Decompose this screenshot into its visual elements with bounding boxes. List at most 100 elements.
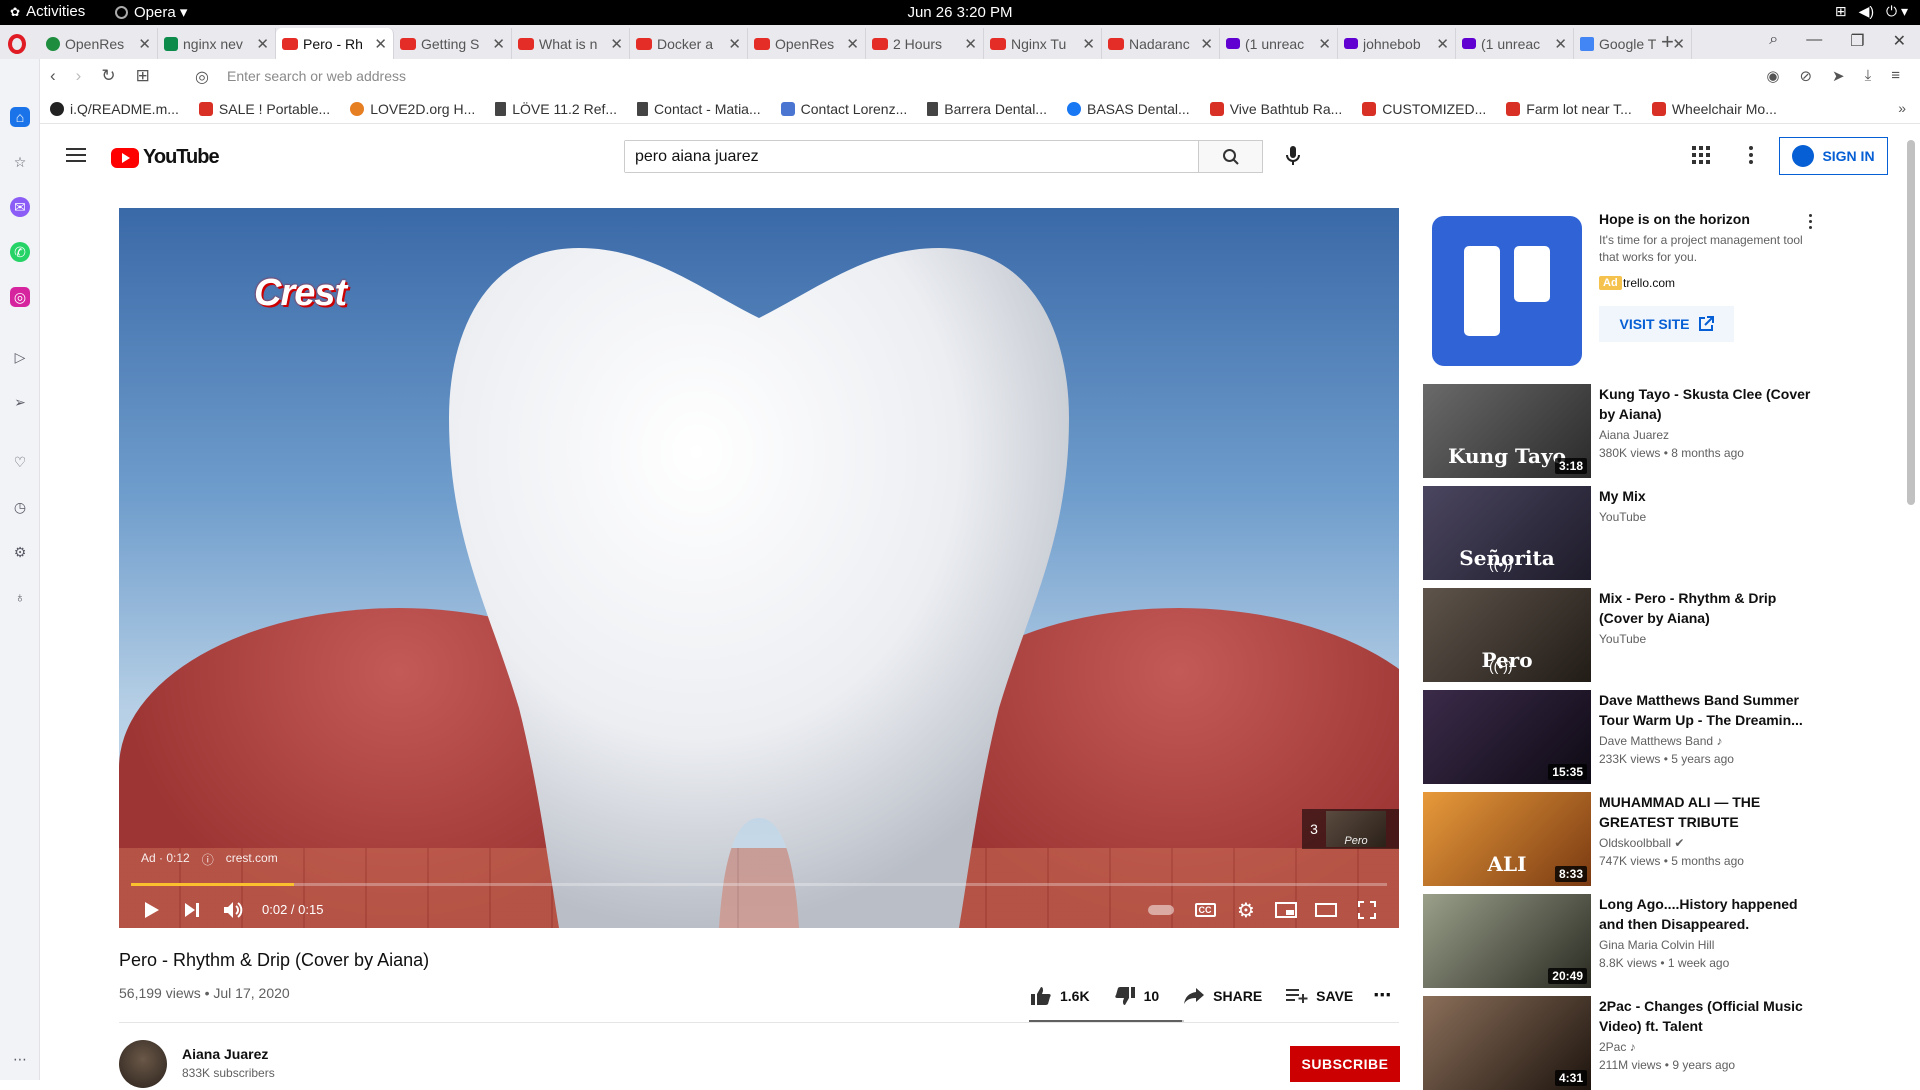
recommendation-title[interactable]: MUHAMMAD ALI — THE GREATEST TRIBUTE <box>1599 792 1814 832</box>
recommendation-channel[interactable]: Dave Matthews Band ♪ <box>1599 734 1722 748</box>
voice-search-icon[interactable] <box>1281 144 1305 168</box>
recommendation-item[interactable]: Kung Tayo 3:18 Kung Tayo - Skusta Clee (Co… <box>1423 384 1823 478</box>
recommendation-title[interactable]: My Mix <box>1599 486 1814 506</box>
share-button[interactable]: SHARE <box>1183 987 1262 1005</box>
channel-avatar[interactable] <box>119 1040 167 1088</box>
settings-menu-icon[interactable] <box>1749 146 1753 164</box>
app-menu[interactable]: Opera ▾ <box>115 3 187 21</box>
back-icon[interactable]: ‹ <box>50 66 56 86</box>
close-tab-icon[interactable]: ✕ <box>1200 35 1213 53</box>
recommendation-channel[interactable]: Oldskoolbball ✔ <box>1599 836 1684 850</box>
tab-13[interactable]: Google T ✕ <box>1574 28 1692 59</box>
dislike-button[interactable]: 10 <box>1114 986 1159 1006</box>
close-tab-icon[interactable]: ✕ <box>964 35 977 53</box>
recommendation-channel[interactable]: YouTube <box>1599 632 1646 646</box>
save-button[interactable]: SAVE <box>1286 988 1353 1004</box>
player-icon[interactable]: ▷ <box>10 347 30 367</box>
progress-bar[interactable] <box>131 883 1387 886</box>
close-tab-icon[interactable]: ✕ <box>374 35 387 53</box>
next-video-preview[interactable]: 3 Pero <box>1302 809 1399 849</box>
download-icon[interactable]: ⤓ <box>1865 67 1872 85</box>
close-tab-icon[interactable]: ✕ <box>1554 35 1567 53</box>
easy-setup-icon[interactable]: ≡ <box>1891 67 1900 85</box>
settings-button[interactable]: ⚙ <box>1234 898 1258 922</box>
youtube-logo[interactable]: YouTube <box>111 146 220 169</box>
new-tab-button[interactable]: + <box>1661 29 1674 55</box>
bookmark-item[interactable]: Barrera Dental... <box>917 101 1057 117</box>
fullscreen-button[interactable] <box>1355 898 1379 922</box>
recommendation-item[interactable]: 15:35 Dave Matthews Band Summer Tour Warm… <box>1423 690 1823 784</box>
bookmark-item[interactable]: Contact Lorenz... <box>771 101 918 117</box>
recommendation-title[interactable]: Kung Tayo - Skusta Clee (Cover by Aiana) <box>1599 384 1814 424</box>
ad-info-icon[interactable]: ⓘ <box>202 851 214 868</box>
bookmark-item[interactable]: Farm lot near T... <box>1496 101 1642 117</box>
recommendation-title[interactable]: Dave Matthews Band Summer Tour Warm Up -… <box>1599 690 1814 730</box>
channel-name[interactable]: Aiana Juarez <box>182 1046 268 1062</box>
adblock-icon[interactable]: ⊘ <box>1799 67 1812 85</box>
close-tab-icon[interactable]: ✕ <box>610 35 623 53</box>
recommendation-channel[interactable]: Gina Maria Colvin Hill <box>1599 938 1714 952</box>
ad-domain-link[interactable]: crest.com <box>226 851 278 868</box>
subscribe-button[interactable]: SUBSCRIBE <box>1290 1046 1400 1082</box>
recommendation-channel[interactable]: 2Pac ♪ <box>1599 1040 1636 1054</box>
whatsapp-icon[interactable]: ✆ <box>10 242 30 262</box>
apps-grid-icon[interactable] <box>1692 146 1710 164</box>
tab-0[interactable]: OpenRes ✕ <box>40 28 158 59</box>
promoted-ad[interactable]: Hope is on the horizon It's time for a p… <box>1423 208 1823 373</box>
minimize-icon[interactable]: — <box>1806 31 1822 51</box>
url-field[interactable]: Enter search or web address <box>227 68 406 84</box>
reload-icon[interactable]: ↻ <box>101 66 115 86</box>
bookmark-item[interactable]: Wheelchair Mo... <box>1642 101 1787 117</box>
tab-11[interactable]: johnebob ✕ <box>1338 28 1456 59</box>
recommendation-item[interactable]: 20:49 Long Ago....History happened and th… <box>1423 894 1823 988</box>
settings-icon[interactable]: ⚙ <box>10 542 30 562</box>
page-scrollbar[interactable] <box>1907 140 1915 505</box>
close-tab-icon[interactable]: ✕ <box>1082 35 1095 53</box>
heart-icon[interactable]: ♡ <box>10 452 30 472</box>
home-icon[interactable]: ⌂ <box>10 107 30 127</box>
recommendation-title[interactable]: 2Pac - Changes (Official Music Video) ft… <box>1599 996 1814 1036</box>
tab-5[interactable]: Docker a ✕ <box>630 28 748 59</box>
tab-4[interactable]: What is n ✕ <box>512 28 630 59</box>
tab-7[interactable]: 2 Hours ✕ <box>866 28 984 59</box>
more-actions-button[interactable]: ⋯ <box>1373 985 1391 1006</box>
restore-icon[interactable]: ❐ <box>1850 31 1864 51</box>
close-window-icon[interactable]: ✕ <box>1893 31 1906 51</box>
video-thumbnail[interactable]: Kung Tayo 3:18 <box>1423 384 1591 478</box>
close-tab-icon[interactable]: ✕ <box>846 35 859 53</box>
bookmark-item[interactable]: LÖVE 11.2 Ref... <box>485 101 627 117</box>
visit-site-button[interactable]: VISIT SITE <box>1599 306 1734 342</box>
recommendation-title[interactable]: Long Ago....History happened and then Di… <box>1599 894 1814 934</box>
theater-mode-button[interactable] <box>1314 898 1338 922</box>
video-thumbnail[interactable]: Pero ((•)) <box>1423 588 1591 682</box>
recommendation-channel[interactable]: Aiana Juarez <box>1599 428 1669 442</box>
tab-8[interactable]: Nginx Tu ✕ <box>984 28 1102 59</box>
opera-menu-icon[interactable] <box>8 34 26 54</box>
recommendation-item[interactable]: Pero ((•)) Mix - Pero - Rhythm & Drip (Cov… <box>1423 588 1823 682</box>
tabs-grid-icon[interactable]: ⊞ <box>136 66 150 86</box>
bookmark-item[interactable]: CUSTOMIZED... <box>1352 101 1496 117</box>
close-tab-icon[interactable]: ✕ <box>138 35 151 53</box>
video-player[interactable]: Crest Ad · 0:12 ⓘ crest.com 3 Pero 0:02 … <box>119 208 1399 928</box>
bookmark-item[interactable]: Vive Bathtub Ra... <box>1200 101 1353 117</box>
send-icon[interactable]: ➤ <box>1832 67 1845 85</box>
activities-button[interactable]: ✿ Activities <box>10 3 85 20</box>
recommendation-title[interactable]: Mix - Pero - Rhythm & Drip (Cover by Aia… <box>1599 588 1814 628</box>
captions-button[interactable]: CC <box>1193 898 1217 922</box>
recommendation-item[interactable]: 4:31 2Pac - Changes (Official Music Video… <box>1423 996 1823 1090</box>
clock[interactable]: Jun 26 3:20 PM <box>0 4 1920 21</box>
play-button[interactable] <box>141 898 163 922</box>
close-tab-icon[interactable]: ✕ <box>1318 35 1331 53</box>
sidebar-more-icon[interactable]: ⋯ <box>10 1049 30 1069</box>
system-tray[interactable]: ⊞ ◀) ⏻ ▾ <box>1835 3 1908 20</box>
tab-6[interactable]: OpenRes ✕ <box>748 28 866 59</box>
tab-3[interactable]: Getting S ✕ <box>394 28 512 59</box>
miniplayer-button[interactable] <box>1274 898 1298 922</box>
flow-icon[interactable]: ➢ <box>10 392 30 412</box>
tab-1[interactable]: nginx nev ✕ <box>158 28 276 59</box>
tab-search-icon[interactable]: ⌕ <box>1769 31 1778 51</box>
close-tab-icon[interactable]: ✕ <box>1436 35 1449 53</box>
close-tab-icon[interactable]: ✕ <box>728 35 741 53</box>
autoplay-toggle[interactable] <box>1147 903 1175 917</box>
bookmark-item[interactable]: LOVE2D.org H... <box>340 101 485 117</box>
